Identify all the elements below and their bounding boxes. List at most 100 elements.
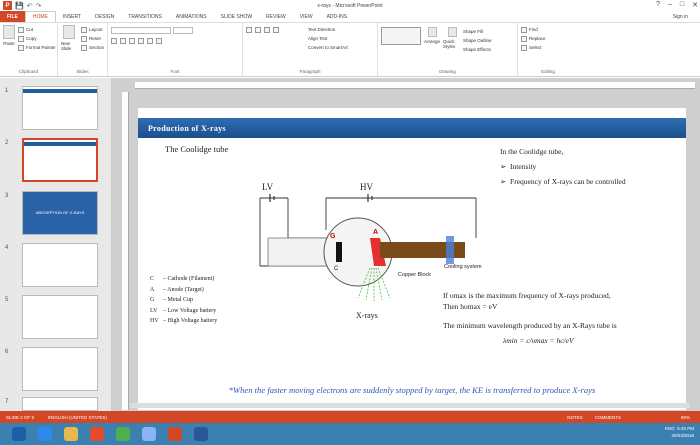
lv-label: LV (262, 182, 274, 192)
cut-button[interactable]: Cut (18, 25, 56, 34)
slide-thumbnail-4[interactable] (22, 243, 98, 287)
quick-styles-button[interactable]: Quick Styles (443, 27, 461, 54)
text-direction-button[interactable]: Text Direction (308, 25, 348, 34)
shapes-gallery-icon[interactable] (381, 27, 421, 45)
zoom-level[interactable]: 80% (681, 415, 690, 420)
section-label: Section (88, 45, 104, 50)
tab-design[interactable]: DESIGN (88, 11, 121, 22)
help-button[interactable]: ? (656, 1, 660, 9)
italic-icon[interactable] (120, 38, 126, 44)
shape-effects-button[interactable]: Shape Effects (463, 45, 492, 54)
copy-button[interactable]: Copy (18, 34, 56, 43)
section-button[interactable]: Section (80, 43, 104, 52)
cathode-cup (336, 242, 342, 262)
slide-thumbnail-3[interactable]: ABSORPTION OF X-RAYS (22, 191, 98, 235)
tab-animations[interactable]: ANIMATIONS (169, 11, 214, 22)
find-button[interactable]: Find (521, 25, 575, 34)
tab-add-ins[interactable]: ADD-INS (320, 11, 355, 22)
legend-item: A – Anode (Target) (150, 285, 217, 296)
tab-slide-show[interactable]: SLIDE SHOW (214, 11, 259, 22)
font-color-icon[interactable] (156, 38, 162, 44)
slide-thumbnail-1[interactable] (22, 86, 98, 130)
media-player-icon[interactable] (90, 427, 104, 441)
comments-button[interactable]: COMMENTS (595, 415, 621, 420)
thumb-number: 3 (5, 193, 9, 199)
arrange-button[interactable]: Arrange (423, 27, 441, 54)
numbering-icon[interactable] (255, 27, 261, 33)
smartart-button[interactable]: Convert to SmartArt (308, 43, 348, 52)
thumb-number: 2 (5, 140, 9, 146)
minimize-button[interactable]: – (668, 1, 672, 9)
shape-outline-button[interactable]: Shape Outline (463, 36, 492, 45)
font-size-combo[interactable] (173, 27, 193, 34)
bullet-item: ➢ Intensity (500, 162, 537, 171)
vertical-ruler (122, 92, 129, 410)
reset-button[interactable]: Reset (80, 34, 104, 43)
horizontal-ruler (135, 82, 695, 89)
chrome-icon[interactable] (116, 427, 130, 441)
tab-view[interactable]: VIEW (293, 11, 320, 22)
copper-block-label: Copper Block (398, 272, 431, 278)
align-text-button[interactable]: Align Text (308, 34, 348, 43)
shape-fill-button[interactable]: Shape Fill (463, 27, 492, 36)
language-indicator[interactable]: ENGLISH (UNITED STATES) (48, 415, 107, 420)
system-tray: ENG 5:40 PM 26/03/2016 (665, 425, 694, 439)
tab-insert[interactable]: INSERT (56, 11, 88, 22)
word-taskbar-icon[interactable] (194, 427, 208, 441)
ribbon-tabs: FILE HOME INSERT DESIGN TRANSITIONS ANIM… (0, 11, 700, 22)
select-label: Select (529, 45, 542, 50)
paragraph-group: Text Direction Align Text Convert to Sma… (243, 23, 378, 76)
slide-thumbnail-2[interactable] (22, 138, 98, 182)
paste-button[interactable]: Paste (3, 25, 15, 52)
legend-key: HV (150, 318, 159, 324)
format-painter-button[interactable]: Format Painter (18, 43, 56, 52)
thumb-band (23, 89, 97, 93)
layout-button[interactable]: Layout (80, 25, 104, 34)
quick-styles-icon (447, 27, 457, 37)
powerpoint-taskbar-icon[interactable] (168, 427, 182, 441)
tab-review[interactable]: REVIEW (259, 11, 293, 22)
font-name-combo[interactable] (111, 27, 171, 34)
ribbon: Paste Cut Copy Format Painter Clipboard … (0, 22, 700, 77)
reset-icon (80, 35, 87, 42)
ie-icon[interactable] (38, 427, 52, 441)
slide-thumbnail-5[interactable] (22, 295, 98, 339)
section-icon (80, 44, 87, 51)
new-slide-button[interactable]: New Slide (61, 25, 78, 52)
indent-icon[interactable] (264, 27, 270, 33)
paragraph-group-label: Paragraph (299, 69, 321, 74)
underline-icon[interactable] (129, 38, 135, 44)
clipboard-group-label: Clipboard (18, 69, 39, 74)
folder-icon[interactable] (64, 427, 78, 441)
slide-counter: SLIDE 2 OF 9 (6, 414, 35, 420)
close-button[interactable]: ✕ (692, 1, 698, 9)
slide-canvas[interactable]: Production of X-rays The Coolidge tube I… (138, 108, 686, 410)
start-windows-icon[interactable] (12, 427, 26, 441)
bullets-icon[interactable] (246, 27, 252, 33)
strikethrough-icon[interactable] (147, 38, 153, 44)
bold-icon[interactable] (111, 38, 117, 44)
legend-text: – Low Voltage battery (163, 307, 217, 314)
font-group-label: Font (170, 69, 180, 74)
notes-button[interactable]: NOTES (567, 415, 583, 420)
quick-styles-label: Quick Styles (443, 39, 456, 49)
format-painter-label: Format Painter (26, 45, 56, 50)
thumb-number: 7 (5, 399, 9, 405)
tab-transitions[interactable]: TRANSITIONS (121, 11, 169, 22)
clock-date: 26/03/2016 (671, 433, 694, 438)
line-spacing-icon[interactable] (273, 27, 279, 33)
horizontal-scrollbar[interactable] (130, 403, 690, 408)
slide-thumbnail-7[interactable] (22, 397, 98, 411)
app-icon[interactable] (142, 427, 156, 441)
thumb-number: 5 (5, 297, 9, 303)
title-bar: P 💾 ↶ ↷ x-rays - Microsoft PowerPoint ? … (0, 0, 700, 11)
maximize-button[interactable]: □ (680, 1, 684, 9)
shadow-icon[interactable] (138, 38, 144, 44)
sign-in-link[interactable]: Sign in (673, 14, 688, 20)
tab-file[interactable]: FILE (0, 11, 25, 22)
replace-button[interactable]: Replace (521, 34, 575, 43)
select-button[interactable]: Select (521, 43, 575, 52)
tab-home[interactable]: HOME (24, 11, 56, 22)
info-line-1: If υmax is the maximum frequency of X-ra… (443, 291, 611, 300)
slide-thumbnail-6[interactable] (22, 347, 98, 391)
